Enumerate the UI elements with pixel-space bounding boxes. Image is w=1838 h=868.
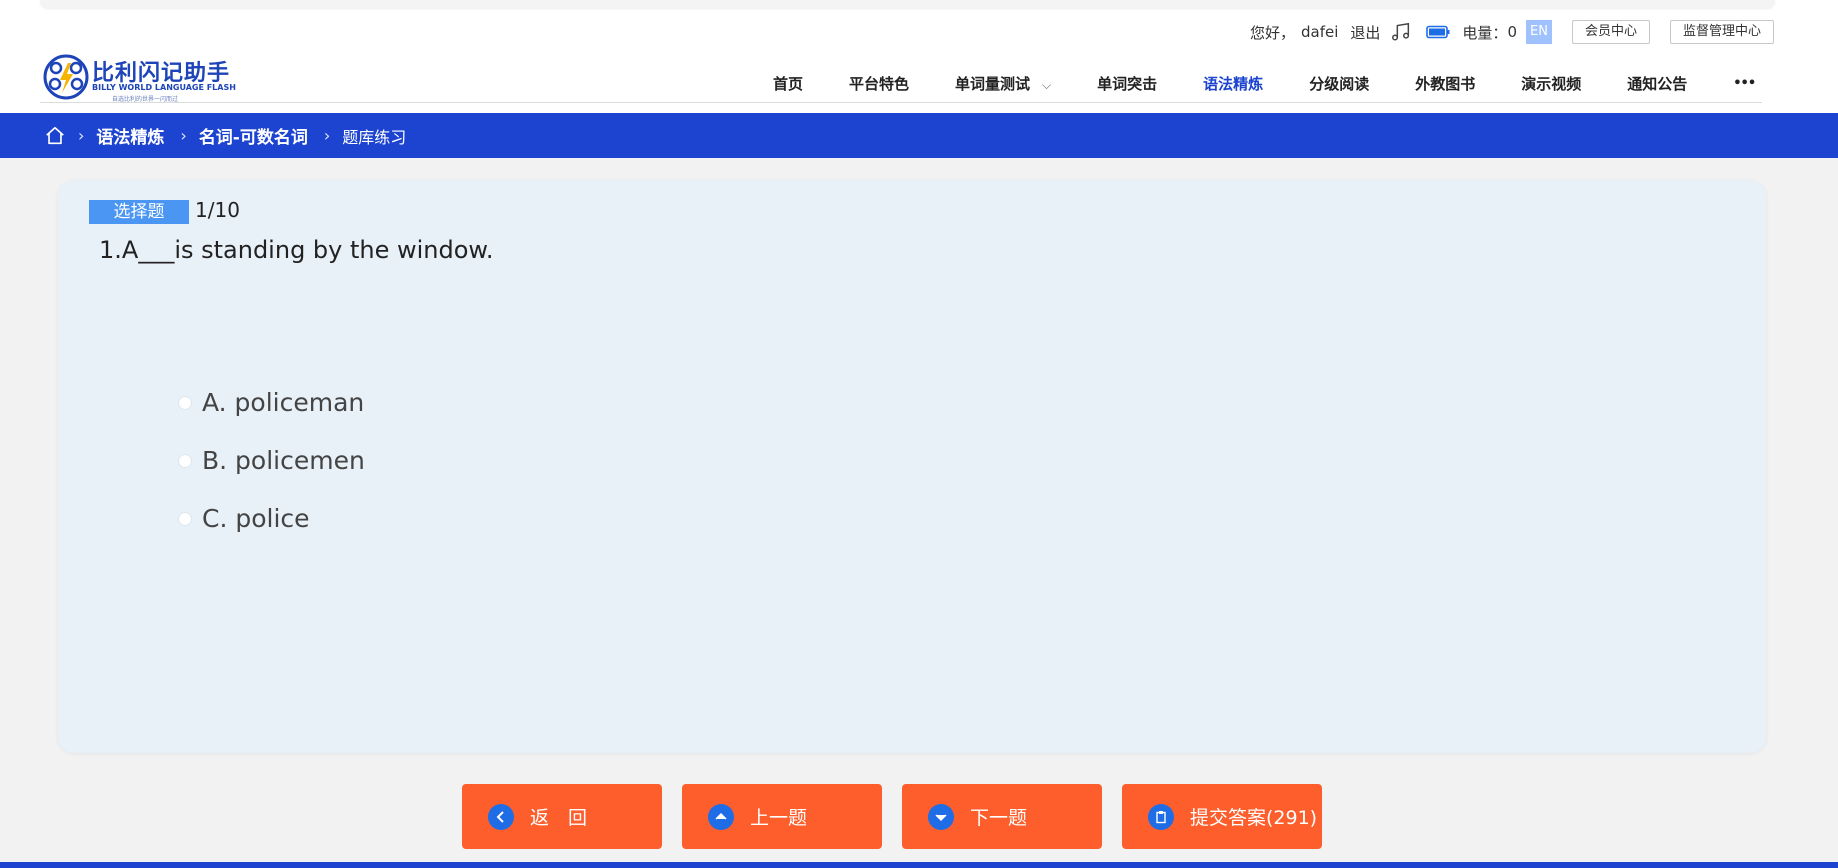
top-strip-bar (40, 0, 1775, 8)
logout-link[interactable]: 退出 (1350, 22, 1380, 43)
nav-item-home[interactable]: 首页 (750, 59, 826, 113)
chevron-up-icon (708, 803, 734, 830)
user-bar: 您好， dafei 退出 电量： 0 EN 会员中心 监督管理中心 (1250, 19, 1775, 45)
back-button[interactable]: 返 回 (462, 784, 662, 849)
site-logo[interactable]: 比利闪记助手 BILLY WORLD LANGUAGE FLASH 自选比利的世… (42, 51, 236, 105)
supervisor-center-button[interactable]: 监督管理中心 (1670, 20, 1775, 44)
brain-logo-icon (43, 54, 89, 100)
back-arrow-icon (488, 803, 514, 830)
option-c-label: C. police (202, 504, 310, 533)
option-b[interactable]: B. policemen (178, 446, 365, 475)
question-text: 1.A___is standing by the window. (99, 236, 494, 264)
nav-item-foreign-books[interactable]: 外教图书 (1392, 59, 1498, 113)
music-icon[interactable] (1390, 21, 1412, 43)
back-button-label: 返 回 (530, 807, 588, 829)
option-a-label: A. policeman (202, 388, 365, 417)
power-label: 电量： (1462, 23, 1508, 42)
breadcrumb: › 语法精炼 › 名词-可数名词 › 题库练习 (0, 113, 1838, 158)
next-question-label: 下一题 (970, 807, 1028, 829)
header-divider (40, 102, 1762, 103)
chevron-down-icon (928, 803, 954, 830)
next-question-button[interactable]: 下一题 (902, 784, 1102, 849)
footer-divider (0, 862, 1838, 868)
battery-icon (1426, 25, 1450, 39)
nav-item-features[interactable]: 平台特色 (826, 59, 932, 113)
nav-item-vocab-test-label: 单词量测试 (955, 75, 1031, 93)
power-value: 0 (1507, 23, 1517, 41)
member-center-button[interactable]: 会员中心 (1571, 20, 1650, 44)
username: dafei (1301, 23, 1339, 41)
language-toggle[interactable]: EN (1525, 20, 1552, 44)
prev-question-button[interactable]: 上一题 (682, 784, 882, 849)
option-c[interactable]: C. police (178, 504, 310, 533)
breadcrumb-separator-icon: › (323, 126, 331, 145)
main-nav: 首页 平台特色 单词量测试 ⌵ 单词突击 语法精炼 分级阅读 外教图书 演示视频 … (750, 59, 1778, 115)
greeting-text: 您好， (1250, 23, 1296, 42)
nav-item-demo-video[interactable]: 演示视频 (1498, 59, 1604, 113)
nav-item-grammar[interactable]: 语法精炼 (1180, 59, 1287, 115)
option-b-label: B. policemen (202, 446, 365, 475)
breadcrumb-question-bank: 题库练习 (342, 127, 407, 147)
logo-english: BILLY WORLD LANGUAGE FLASH (92, 83, 236, 92)
breadcrumb-countable-nouns[interactable]: 名词-可数名词 (199, 123, 308, 148)
radio-option-a[interactable] (178, 395, 192, 410)
question-type-badge: 选择题 (89, 200, 189, 224)
nav-item-word-sprint[interactable]: 单词突击 (1074, 59, 1180, 113)
clipboard-icon (1148, 803, 1174, 830)
radio-option-b[interactable] (178, 453, 192, 468)
submit-answer-label: 提交答案(291) (1190, 807, 1318, 829)
prev-question-label: 上一题 (750, 807, 808, 829)
nav-item-notices[interactable]: 通知公告 (1604, 59, 1710, 113)
question-progress: 1/10 (195, 198, 240, 222)
breadcrumb-separator-icon: › (78, 126, 85, 145)
browser-top-strip (0, 0, 1838, 11)
option-a[interactable]: A. policeman (178, 388, 364, 417)
home-icon[interactable] (44, 125, 66, 147)
radio-option-c[interactable] (178, 511, 192, 526)
nav-item-vocab-test[interactable]: 单词量测试 ⌵ (932, 59, 1074, 113)
submit-answer-button[interactable]: 提交答案(291) (1122, 784, 1322, 849)
breadcrumb-separator-icon: › (180, 126, 187, 145)
nav-item-graded-reading[interactable]: 分级阅读 (1286, 59, 1392, 113)
breadcrumb-grammar[interactable]: 语法精炼 (96, 123, 164, 148)
more-menu-icon[interactable]: ••• (1710, 59, 1778, 113)
question-card: 选择题 1/10 1.A___is standing by the window… (58, 180, 1766, 753)
site-header: 您好， dafei 退出 电量： 0 EN 会员中心 监督管理中心 比利闪记助手… (0, 11, 1838, 115)
